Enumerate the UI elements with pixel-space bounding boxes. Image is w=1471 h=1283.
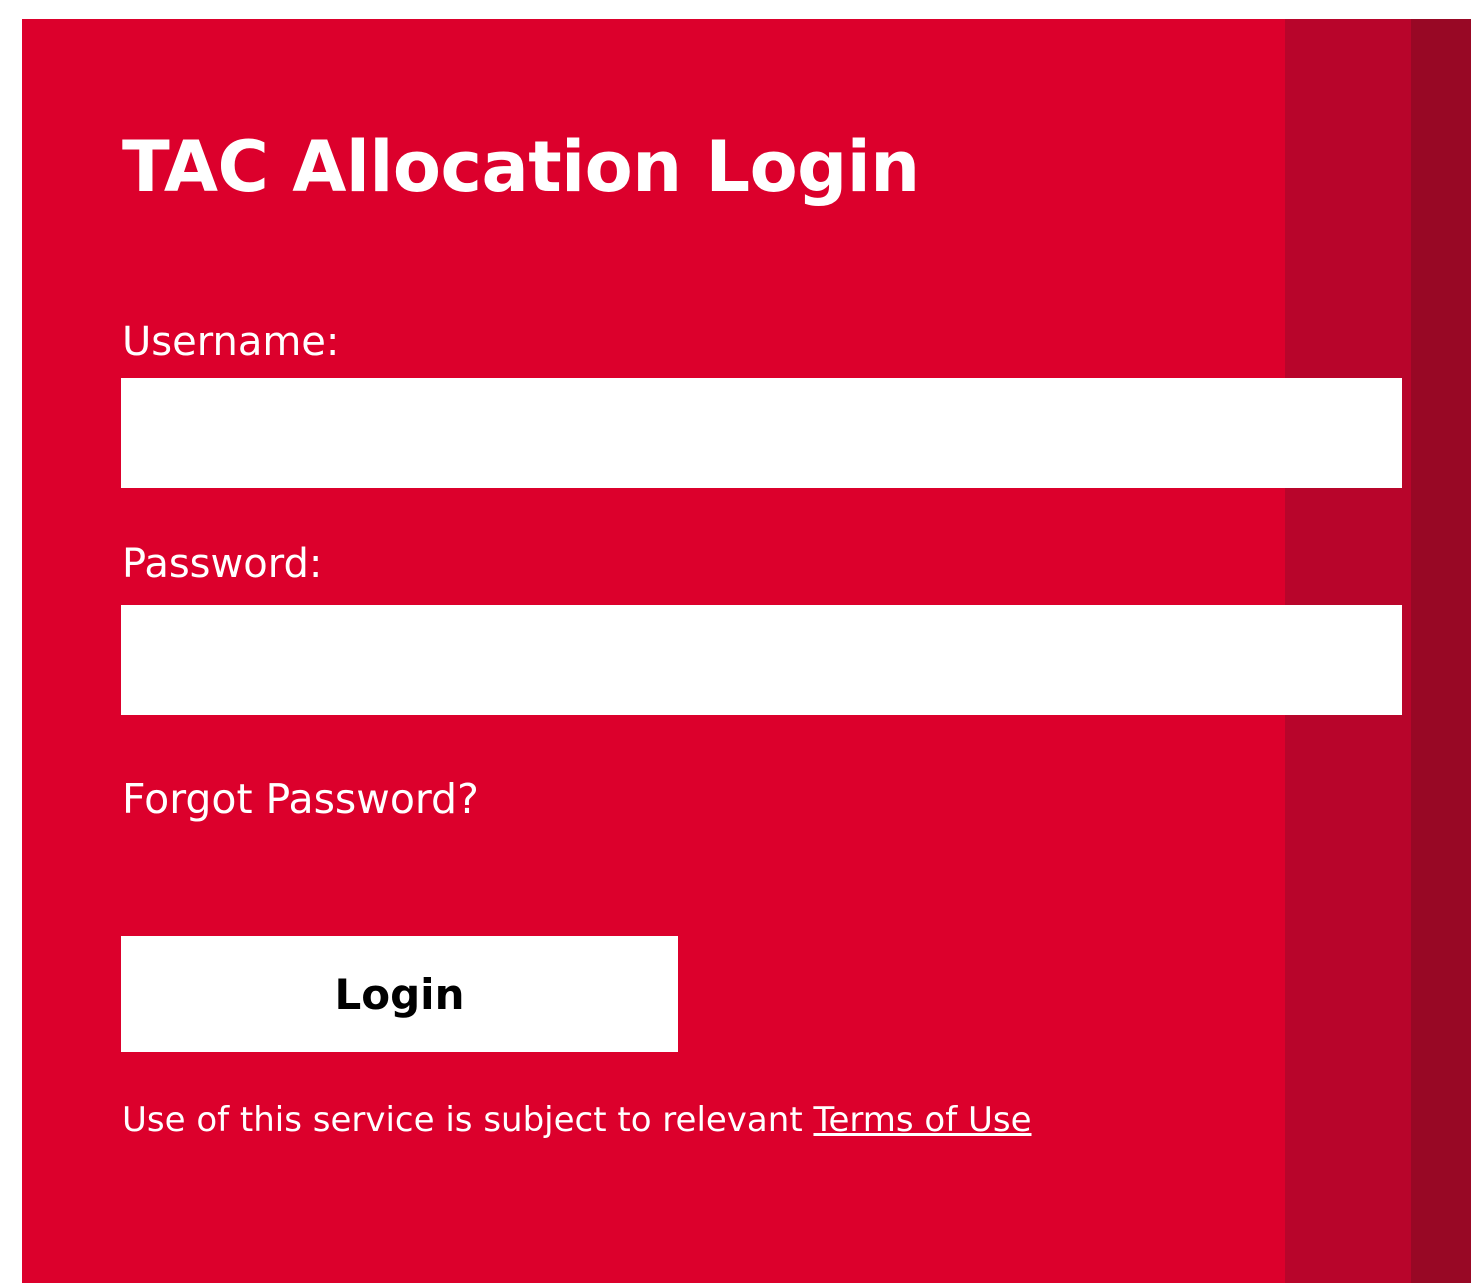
terms-of-use-link[interactable]: Terms of Use	[813, 1100, 1031, 1140]
password-label: Password:	[122, 541, 323, 587]
decorative-stripe-dark	[1411, 19, 1471, 1283]
login-button[interactable]: Login	[121, 936, 678, 1052]
terms-notice: Use of this service is subject to releva…	[122, 1098, 1032, 1142]
username-label: Username:	[122, 319, 340, 365]
forgot-password-link[interactable]: Forgot Password?	[122, 773, 479, 825]
page-title: TAC Allocation Login	[122, 126, 920, 208]
password-field[interactable]	[121, 605, 1402, 715]
terms-notice-text: Use of this service is subject to releva…	[122, 1100, 814, 1140]
login-page: TAC Allocation Login Username: Password:…	[0, 0, 1471, 1283]
username-field[interactable]	[121, 378, 1402, 488]
